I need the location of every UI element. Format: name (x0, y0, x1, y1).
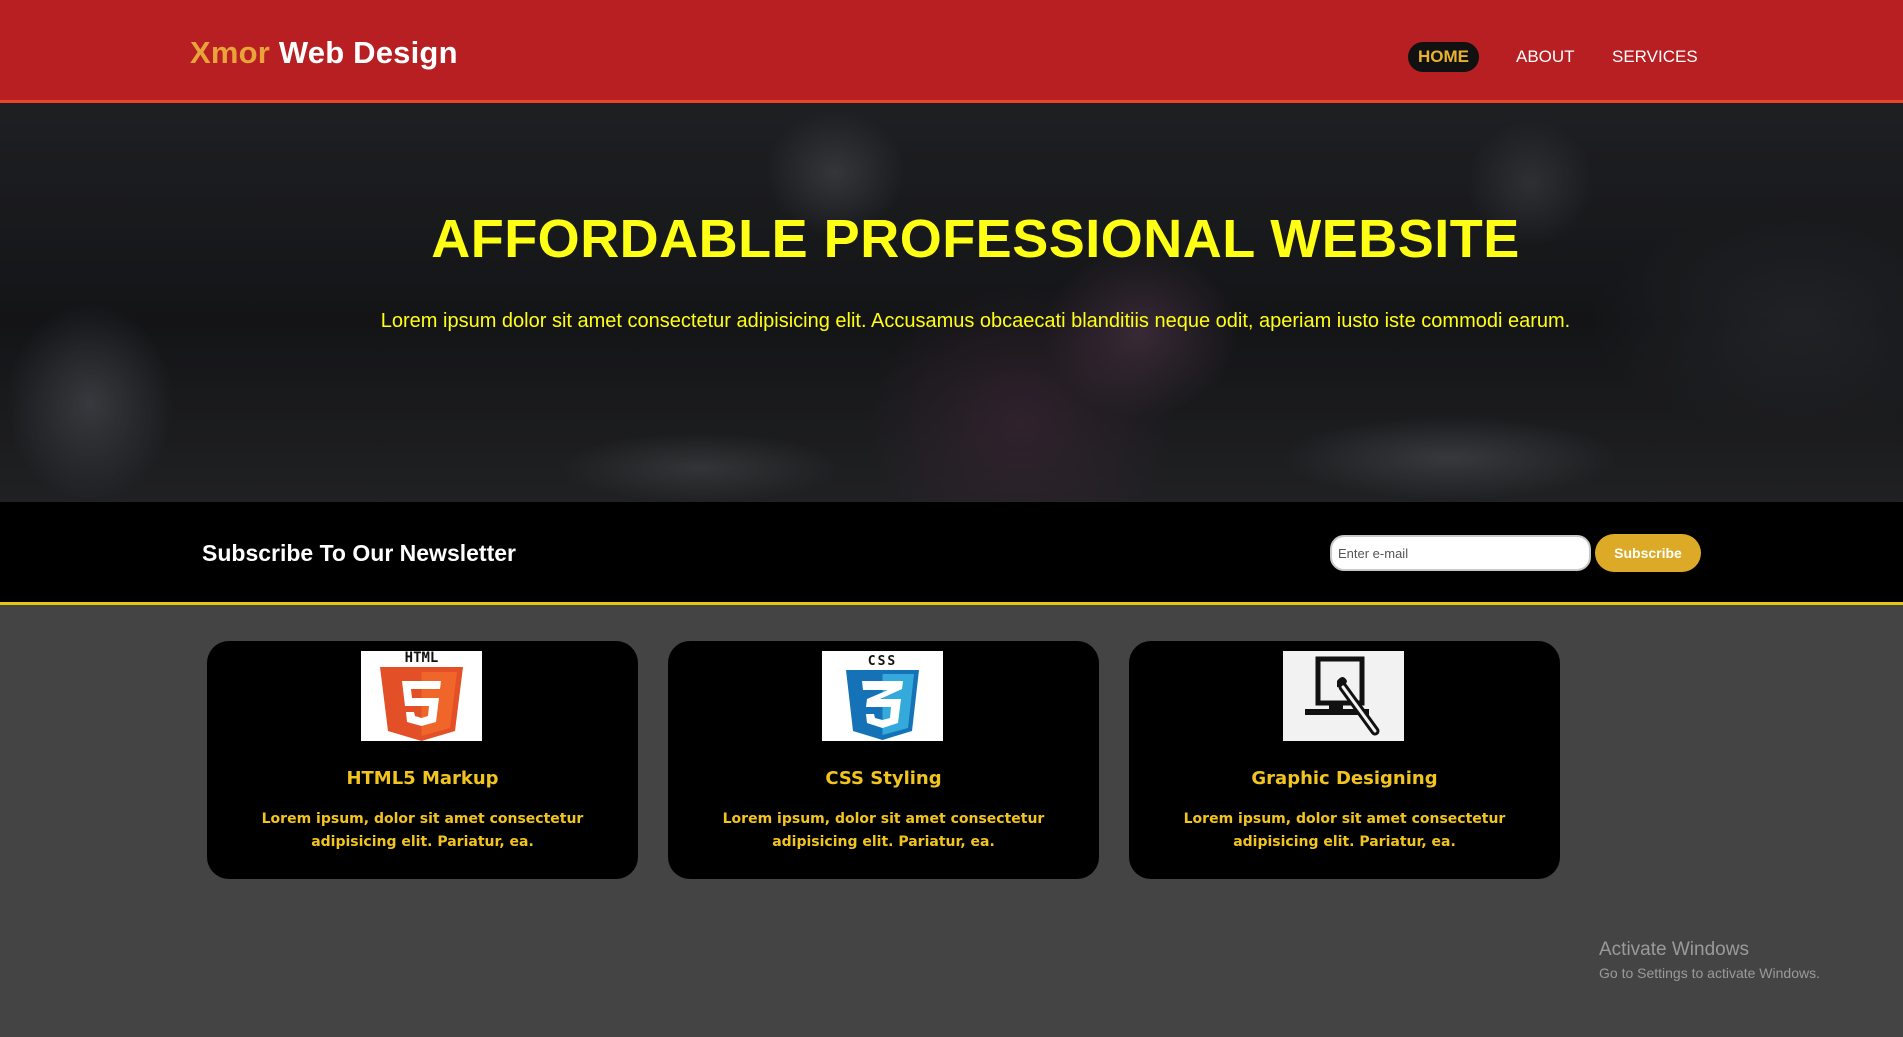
watermark-title: Activate Windows (1599, 939, 1749, 960)
newsletter-heading: Subscribe To Our Newsletter (202, 540, 516, 566)
card-title: HTML5 Markup (346, 768, 499, 789)
nav-services[interactable]: SERVICES (1612, 42, 1698, 72)
card-text: Lorem ipsum, dolor sit amet consectetur … (1183, 811, 1506, 850)
logo-brand: Xmor (190, 35, 271, 70)
subscribe-button[interactable]: Subscribe (1595, 534, 1701, 572)
service-card-html: HTML HTML5 Markup Lorem ipsum, dolor sit… (207, 641, 638, 879)
html5-icon: HTML (361, 651, 482, 741)
service-card-graphic: Graphic Designing Lorem ipsum, dolor sit… (1129, 641, 1560, 879)
card-text: Lorem ipsum, dolor sit amet consectetur … (261, 811, 584, 850)
nav-home[interactable]: HOME (1408, 42, 1479, 72)
email-input[interactable] (1330, 535, 1591, 571)
card-title: Graphic Designing (1251, 768, 1438, 789)
site-header: Xmor Web Design HOME ABOUT SERVICES (0, 0, 1903, 103)
logo-text: Web Design (270, 35, 458, 70)
activate-windows-watermark: Activate Windows Go to Settings to activ… (1599, 939, 1820, 981)
css3-icon-label: CSS (868, 654, 897, 669)
html5-icon-label: HTML (405, 651, 439, 666)
service-card-css: CSS CSS Styling Lorem ipsum, dolor sit a… (668, 641, 1099, 879)
css3-icon: CSS (822, 651, 943, 741)
site-logo[interactable]: Xmor Web Design (190, 35, 458, 71)
card-text: Lorem ipsum, dolor sit amet consectetur … (722, 811, 1045, 850)
card-title: CSS Styling (825, 768, 942, 789)
hero-title: AFFORDABLE PROFESSIONAL WEBSITE (431, 209, 1520, 269)
hero-text: Lorem ipsum dolor sit amet consectetur a… (380, 310, 1571, 332)
hero-banner: AFFORDABLE PROFESSIONAL WEBSITE Lorem ip… (0, 103, 1903, 502)
graphic-design-icon (1283, 651, 1404, 741)
watermark-subtitle: Go to Settings to activate Windows. (1599, 965, 1820, 981)
newsletter-bar: Subscribe To Our Newsletter Subscribe (0, 502, 1903, 605)
nav-about[interactable]: ABOUT (1516, 42, 1575, 72)
